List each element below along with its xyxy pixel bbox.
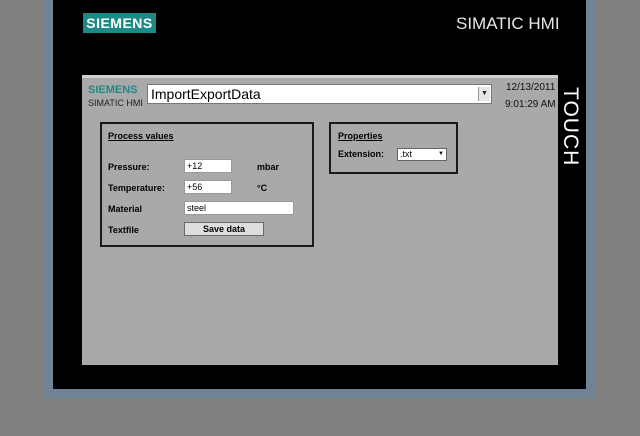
process-values-panel: Process values Pressure: +12 mbar Temper… [100,122,314,247]
hmi-screen: SIEMENS SIMATIC HMI ImportExportData ▼ 1… [82,75,558,365]
process-values-title: Process values [108,131,174,141]
properties-title: Properties [338,131,383,141]
device-model-label: SIMATIC HMI [456,14,560,33]
screen-brand-logo: SIEMENS [88,84,138,96]
properties-panel: Properties Extension: .txt ▼ [329,122,458,174]
chevron-down-icon[interactable]: ▼ [437,150,445,159]
dropdown-arrow-icon[interactable]: ▼ [478,87,490,101]
temperature-label: Temperature: [108,183,165,193]
temperature-unit: °C [257,183,268,193]
extension-value: .txt [400,149,413,159]
textfile-label: Textfile [108,225,139,235]
extension-dropdown[interactable]: .txt ▼ [397,148,447,161]
material-field[interactable]: steel [184,201,294,215]
save-data-button[interactable]: Save data [184,222,264,236]
screen-selector-dropdown[interactable]: ImportExportData ▼ [147,84,492,104]
touch-label: TOUCH [559,87,582,167]
material-label: Material [108,204,143,214]
siemens-logo: SIEMENS [83,13,156,33]
temperature-field[interactable]: +56 [184,180,232,194]
screen-brand-subtitle: SIMATIC HMI [88,98,143,108]
pressure-label: Pressure: [108,162,150,172]
date-display: 12/13/2011 [506,82,556,93]
pressure-field[interactable]: +12 [184,159,232,173]
pressure-unit: mbar [257,162,280,172]
screen-selector-value: ImportExportData [151,86,261,102]
extension-label: Extension: [338,149,385,159]
time-display: 9:01:29 AM [505,99,556,110]
